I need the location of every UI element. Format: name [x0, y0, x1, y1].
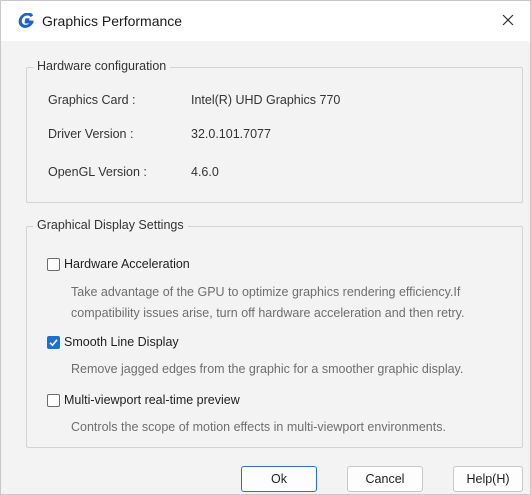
checkbox-box[interactable] — [47, 257, 60, 271]
smooth-line-display-checkbox[interactable]: Smooth Line Display — [47, 335, 179, 349]
smooth-line-display-description: Remove jagged edges from the graphic for… — [71, 359, 501, 380]
hardware-acceleration-description: Take advantage of the GPU to optimize gr… — [71, 282, 501, 324]
graphics-card-label: Graphics Card : — [48, 93, 136, 107]
driver-version-label: Driver Version : — [48, 127, 134, 141]
group-title: Hardware configuration — [33, 59, 171, 73]
checkbox-label: Multi-viewport real-time preview — [64, 393, 240, 407]
checkbox-box[interactable] — [47, 393, 60, 407]
graphics-card-value: Intel(R) UHD Graphics 770 — [191, 93, 341, 107]
opengl-version-value: 4.6.0 — [191, 165, 219, 179]
close-icon — [502, 14, 514, 29]
checkbox-label: Hardware Acceleration — [64, 257, 190, 271]
app-logo-icon — [18, 12, 34, 29]
multi-viewport-preview-checkbox[interactable]: Multi-viewport real-time preview — [47, 393, 240, 407]
checkmark-icon — [49, 338, 58, 346]
description-line: Take advantage of the GPU to optimize gr… — [71, 285, 461, 299]
title-bar: Graphics Performance — [1, 1, 530, 41]
hardware-acceleration-checkbox[interactable]: Hardware Acceleration — [47, 257, 190, 271]
cancel-button[interactable]: Cancel — [347, 466, 423, 492]
ok-button[interactable]: Ok — [241, 466, 317, 492]
checkbox-box[interactable] — [47, 335, 60, 349]
graphics-performance-dialog: Graphics Performance Hardware configurat… — [0, 0, 531, 495]
help-button[interactable]: Help(H) — [453, 466, 523, 492]
group-title: Graphical Display Settings — [33, 218, 188, 232]
checkbox-label: Smooth Line Display — [64, 335, 179, 349]
description-line: Controls the scope of motion effects in … — [71, 420, 446, 434]
opengl-version-label: OpenGL Version : — [48, 165, 147, 179]
description-line: Remove jagged edges from the graphic for… — [71, 362, 464, 376]
multi-viewport-preview-description: Controls the scope of motion effects in … — [71, 417, 501, 438]
dialog-title: Graphics Performance — [42, 13, 183, 29]
description-line: compatibility issues arise, turn off har… — [71, 306, 465, 320]
close-button[interactable] — [486, 1, 530, 41]
driver-version-value: 32.0.101.7077 — [191, 127, 271, 141]
